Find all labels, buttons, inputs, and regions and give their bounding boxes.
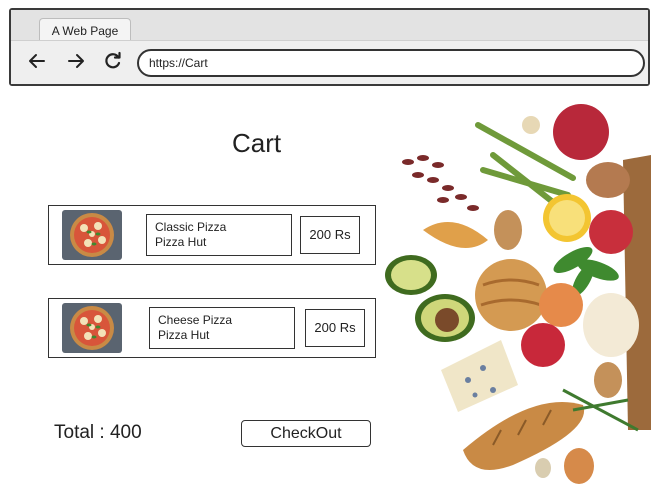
forward-button[interactable] <box>64 48 88 74</box>
groceries-image <box>383 100 651 489</box>
pizza-image <box>62 303 122 353</box>
cart-item: Cheese Pizza Pizza Hut 200 Rs <box>48 298 376 358</box>
page-title: Cart <box>232 128 282 158</box>
browser-toolbar: https://Cart <box>11 40 648 84</box>
browser-window: A Web Page https://Cart <box>9 8 650 86</box>
cart-item: Classic Pizza Pizza Hut 200 Rs <box>48 205 376 265</box>
item-price: 200 Rs <box>305 309 365 347</box>
item-vendor: Pizza Hut <box>155 235 207 249</box>
item-vendor: Pizza Hut <box>158 328 210 342</box>
item-name-box: Cheese Pizza Pizza Hut <box>149 307 295 349</box>
item-name: Classic Pizza <box>155 220 227 234</box>
back-button[interactable] <box>25 48 49 74</box>
reload-icon <box>105 51 121 69</box>
item-name: Cheese Pizza <box>158 313 233 327</box>
pizza-image <box>62 210 122 260</box>
checkout-button[interactable]: CheckOut <box>241 420 371 447</box>
item-price: 200 Rs <box>300 216 360 254</box>
tab-strip: A Web Page <box>11 10 648 42</box>
reload-button[interactable] <box>101 48 125 74</box>
address-bar[interactable]: https://Cart <box>137 49 645 77</box>
browser-tab[interactable]: A Web Page <box>39 18 131 42</box>
arrow-left-icon <box>29 54 45 68</box>
arrow-right-icon <box>68 54 84 68</box>
item-name-box: Classic Pizza Pizza Hut <box>146 214 292 256</box>
cart-total: Total : 400 <box>54 422 142 443</box>
